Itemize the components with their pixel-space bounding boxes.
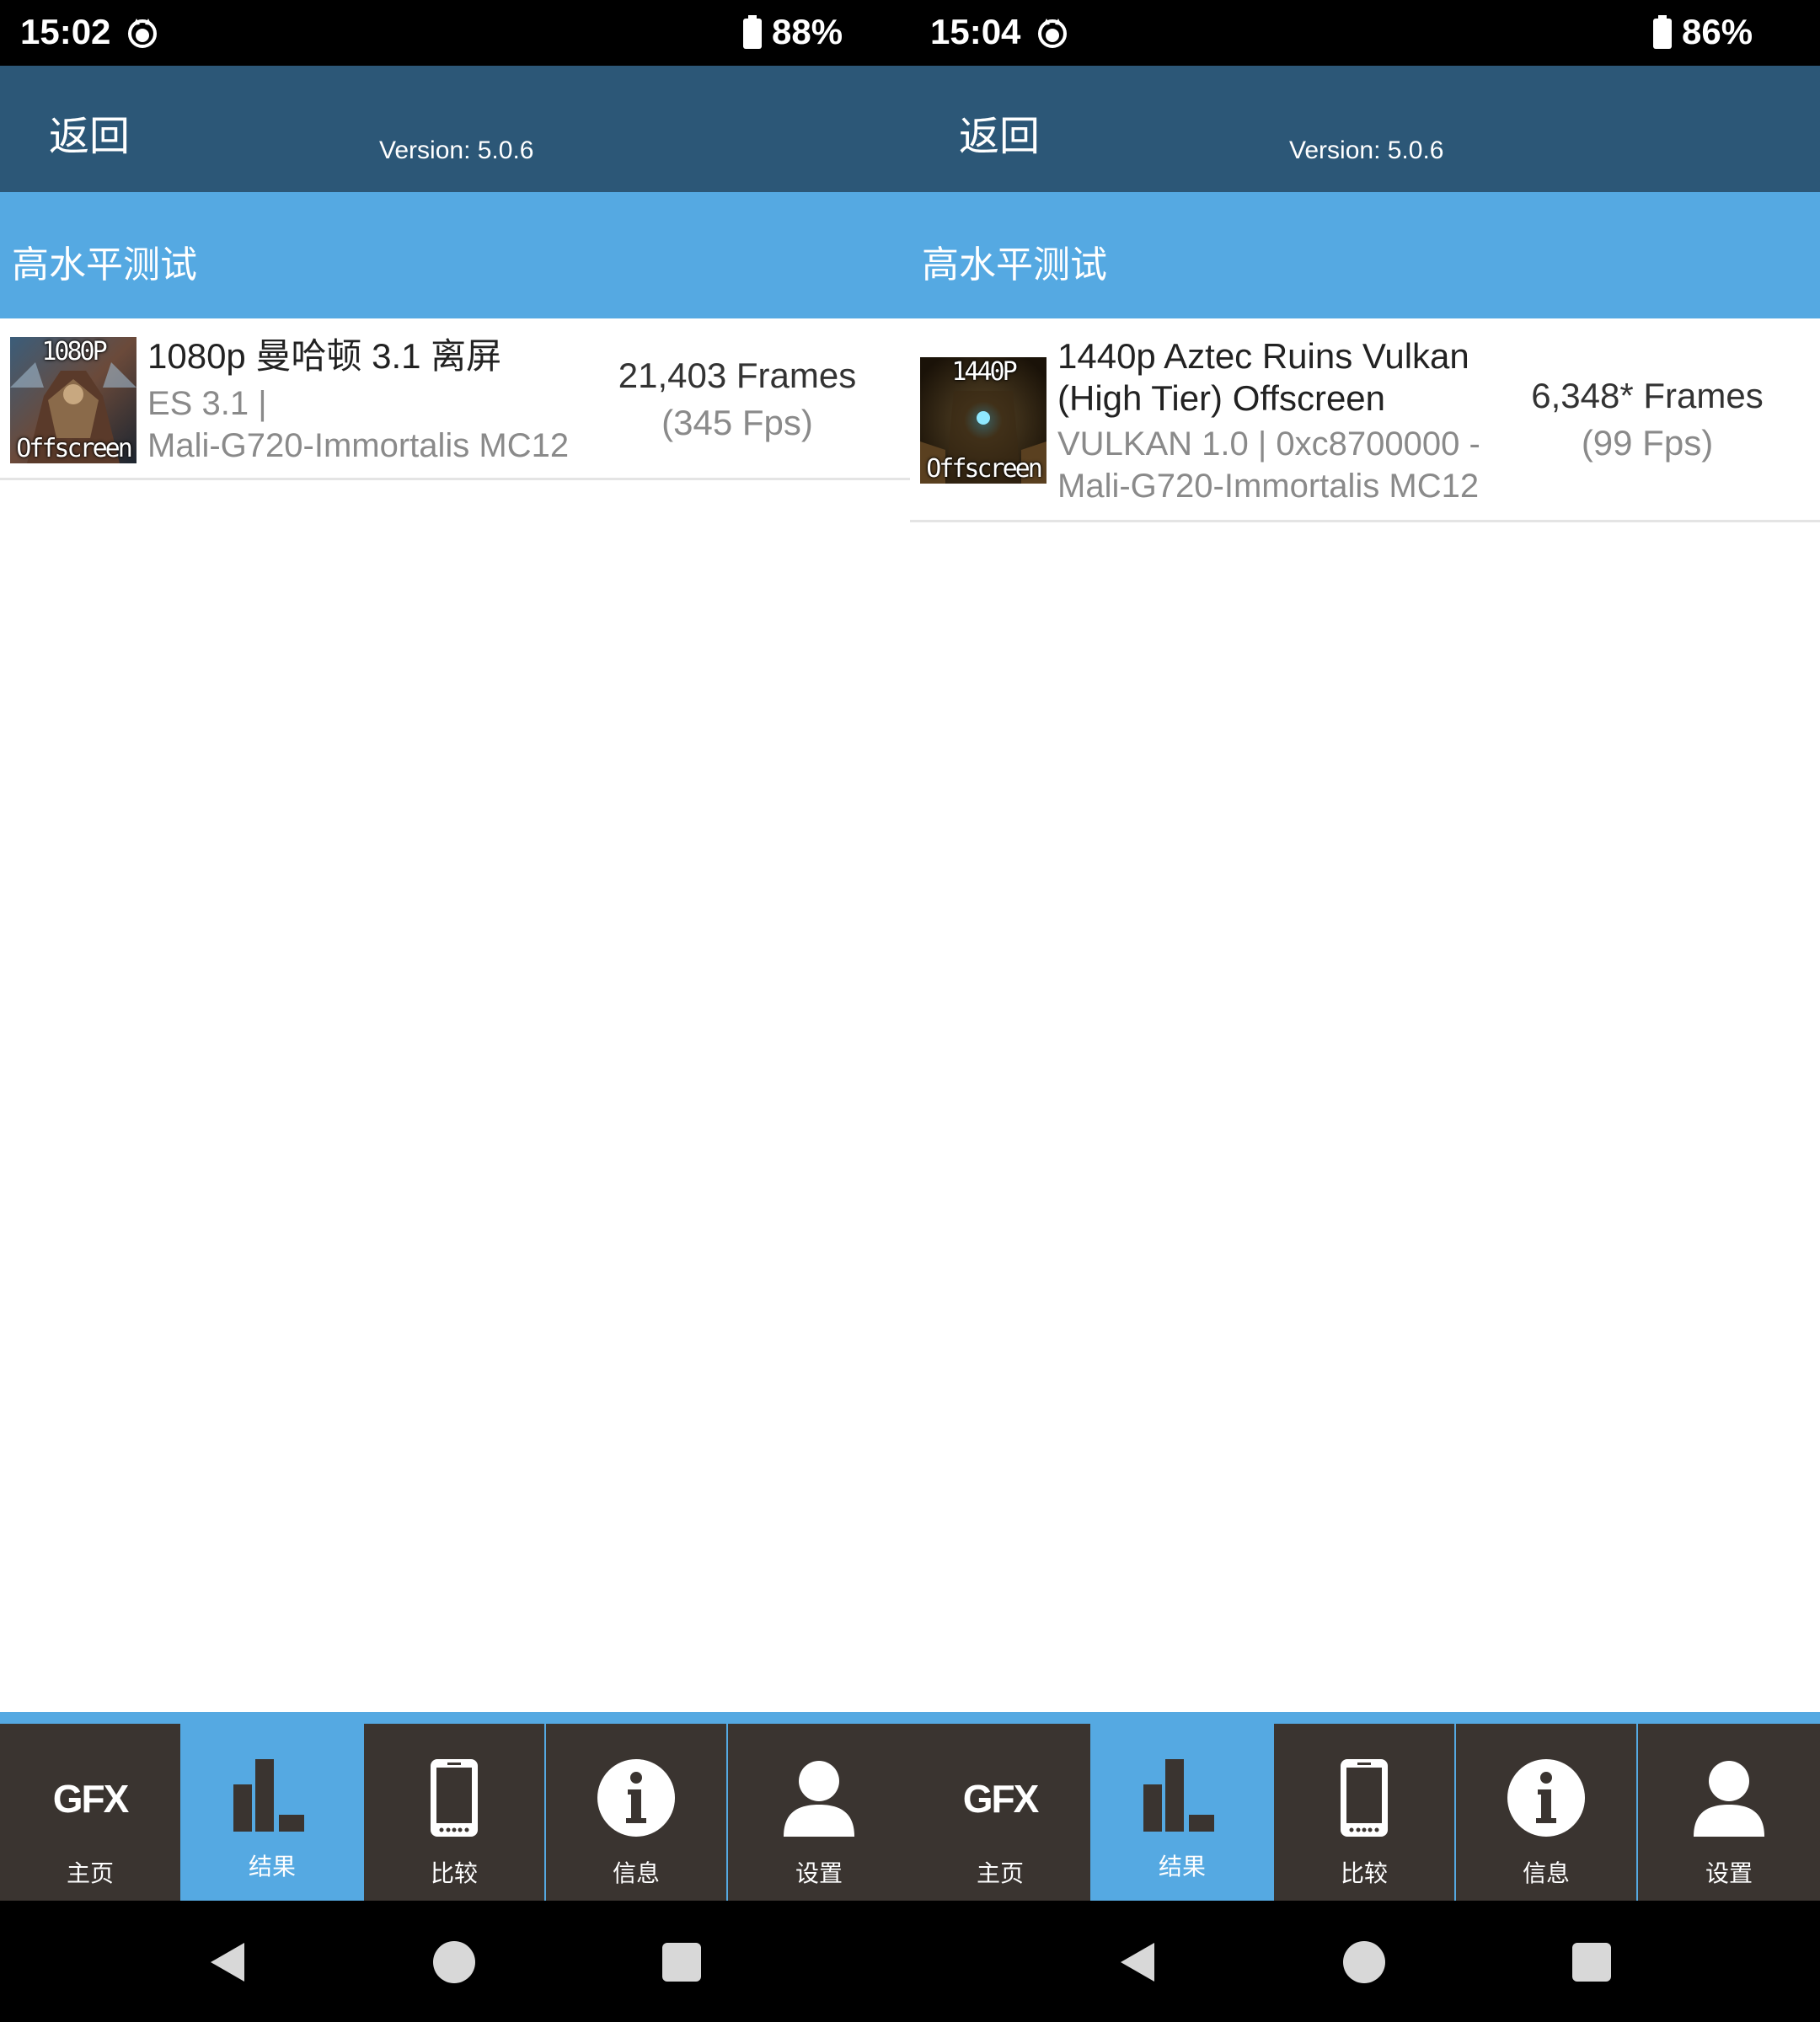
phone-screen-left: 15:02 88% 返回 Version: 5.0.6 高水平测试 1080P …	[0, 0, 910, 2022]
thumb-resolution: 1080P	[41, 337, 107, 366]
benchmark-subtitle: VULKAN 1.0 | 0xc8700000 - Mali-G720-Immo…	[1057, 423, 1529, 507]
benchmark-title: 1080p 曼哈顿 3.1 离屏	[147, 336, 502, 376]
section-title: 高水平测试	[922, 243, 1107, 286]
version-label: Version: 5.0.6	[1289, 136, 1444, 164]
phone-icon	[431, 1759, 478, 1837]
fps-value: (345 Fps)	[661, 403, 813, 442]
tab-compare[interactable]: 比较	[1274, 1724, 1454, 1901]
nav-home-icon[interactable]	[431, 1939, 477, 1985]
benchmark-title: 1440p Aztec Ruins Vulkan (High Tier) Off…	[1057, 335, 1529, 420]
tab-results[interactable]: 结果	[1092, 1717, 1272, 1901]
api-line: ES 3.1 |	[147, 385, 267, 422]
nav-back-icon[interactable]	[206, 1939, 251, 1985]
nav-back-icon[interactable]	[1116, 1939, 1161, 1985]
status-time: 15:02	[20, 12, 111, 51]
status-time: 15:04	[930, 12, 1021, 51]
frames-value: 6,348* Frames	[1531, 376, 1764, 415]
back-button[interactable]: 返回	[49, 103, 130, 162]
tab-label: 比较	[1340, 1859, 1388, 1887]
tab-label: 主页	[66, 1859, 114, 1887]
user-icon	[784, 1761, 854, 1837]
api-line: VULKAN 1.0 | 0xc8700000 -	[1057, 425, 1480, 463]
split-screenshot: 15:02 88% 返回 Version: 5.0.6 高水平测试 1080P …	[0, 0, 1820, 2022]
section-header: 高水平测试	[0, 192, 910, 318]
status-bar: 15:04 86%	[910, 0, 1820, 66]
benchmark-subtitle: ES 3.1 | Mali-G720-Immortalis MC12	[147, 382, 619, 467]
app-header: 返回 Version: 5.0.6	[0, 66, 910, 192]
system-nav-bar	[0, 1901, 910, 2022]
info-icon	[597, 1759, 675, 1837]
tab-results[interactable]: 结果	[182, 1717, 362, 1901]
tab-settings[interactable]: 设置	[1638, 1724, 1820, 1901]
tab-info[interactable]: 信息	[546, 1724, 726, 1901]
tab-settings[interactable]: 设置	[728, 1724, 910, 1901]
battery-icon	[743, 15, 762, 49]
tab-home[interactable]: GFX 主页	[910, 1724, 1090, 1901]
gfx-logo: GFX	[962, 1777, 1040, 1821]
back-button[interactable]: 返回	[959, 103, 1040, 162]
battery-icon	[1653, 15, 1672, 49]
section-title: 高水平测试	[12, 243, 197, 286]
tab-label: 信息	[1522, 1859, 1570, 1887]
tab-label: 设置	[795, 1859, 843, 1887]
app-header: 返回 Version: 5.0.6	[910, 66, 1820, 192]
fps-value: (99 Fps)	[1581, 423, 1714, 463]
bar-chart-icon	[233, 1759, 304, 1832]
benchmark-thumbnail: 1080P Offscreen	[10, 337, 136, 463]
thumb-offscreen: Offscreen	[926, 454, 1043, 484]
result-row[interactable]: 1080P Offscreen 1080p 曼哈顿 3.1 离屏 ES 3.1 …	[0, 318, 910, 480]
battery-percent: 88%	[772, 12, 843, 51]
tab-label: 结果	[1158, 1853, 1206, 1880]
gpu-line: Mali-G720-Immortalis MC12	[147, 427, 570, 464]
battery-percent: 86%	[1682, 12, 1753, 51]
bar-chart-icon	[1143, 1759, 1214, 1832]
bottom-tab-bar: GFX 主页 结果 比较 信息 设置	[910, 1712, 1820, 1901]
nav-recents-icon[interactable]	[659, 1939, 704, 1985]
nav-home-icon[interactable]	[1341, 1939, 1387, 1985]
gfx-logo: GFX	[52, 1777, 130, 1821]
tab-label: 主页	[976, 1859, 1024, 1887]
cat-notification-icon	[1038, 19, 1067, 48]
status-bar: 15:02 88%	[0, 0, 910, 66]
section-header: 高水平测试	[910, 192, 1820, 318]
cat-notification-icon	[128, 19, 157, 48]
phone-screen-right: 15:04 86% 返回 Version: 5.0.6 高水平测试 1440P …	[910, 0, 1820, 2022]
nav-recents-icon[interactable]	[1569, 1939, 1614, 1985]
tab-label: 结果	[248, 1853, 296, 1880]
user-icon	[1694, 1761, 1764, 1837]
title-line-1: 1440p Aztec Ruins Vulkan	[1057, 336, 1469, 376]
thumb-offscreen: Offscreen	[16, 434, 133, 463]
result-row[interactable]: 1440P Offscreen 1440p Aztec Ruins Vulkan…	[910, 318, 1820, 522]
tab-home[interactable]: GFX 主页	[0, 1724, 180, 1901]
tab-info[interactable]: 信息	[1456, 1724, 1636, 1901]
gpu-line: Mali-G720-Immortalis MC12	[1057, 468, 1480, 505]
version-label: Version: 5.0.6	[379, 136, 534, 164]
info-icon	[1507, 1759, 1585, 1837]
score: 6,348* Frames (99 Fps)	[1508, 372, 1786, 467]
phone-icon	[1341, 1759, 1388, 1837]
score: 21,403 Frames (345 Fps)	[598, 352, 876, 447]
frames-value: 21,403 Frames	[618, 356, 857, 395]
tab-compare[interactable]: 比较	[364, 1724, 544, 1901]
bottom-tab-bar: GFX 主页 结果 比较 信息 设置	[0, 1712, 910, 1901]
tab-label: 设置	[1705, 1859, 1753, 1887]
tab-label: 比较	[430, 1859, 478, 1887]
benchmark-thumbnail: 1440P Offscreen	[920, 357, 1046, 484]
title-line-2: (High Tier) Offscreen	[1057, 378, 1386, 418]
system-nav-bar	[910, 1901, 1820, 2022]
thumb-resolution: 1440P	[951, 357, 1017, 387]
tab-label: 信息	[612, 1859, 660, 1887]
